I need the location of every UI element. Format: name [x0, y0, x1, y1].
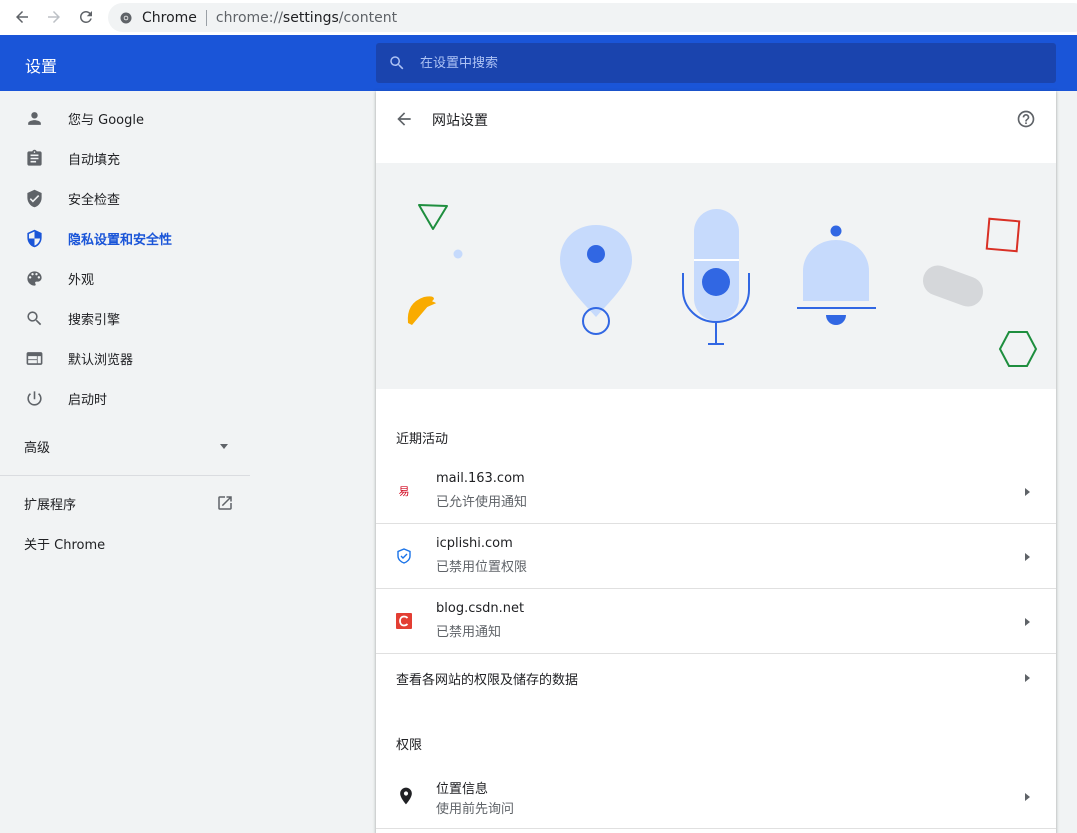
reload-icon	[80, 10, 92, 23]
mail163-favicon-icon: 易	[397, 484, 411, 498]
address-bar[interactable]: Chrome chrome://settings/content	[108, 3, 1077, 32]
back-arrow-icon[interactable]	[394, 109, 414, 129]
sidebar-item-label: 安全检查	[68, 192, 121, 208]
settings-header: 设置	[0, 35, 1077, 91]
about-chrome-label: 关于 Chrome	[24, 537, 106, 553]
browser-toolbar: Chrome chrome://settings/content	[0, 0, 1077, 35]
advanced-toggle[interactable]: 高级	[0, 426, 250, 466]
help-icon[interactable]	[1016, 109, 1036, 129]
site-domain: icplishi.com	[436, 536, 513, 551]
extensions-label: 扩展程序	[24, 497, 77, 513]
palette-icon	[24, 268, 44, 288]
sidebar-item-label: 默认浏览器	[68, 352, 134, 368]
caret-down-icon	[220, 444, 228, 449]
recent-site-row[interactable]: icplishi.com 已禁用位置权限	[376, 524, 1056, 589]
site-status: 已允许使用通知	[436, 495, 528, 510]
location-pin-illustration	[560, 225, 632, 335]
recent-site-row[interactable]: blog.csdn.net 已禁用通知	[376, 589, 1056, 654]
site-settings-illustration	[376, 163, 1056, 389]
power-icon	[24, 388, 44, 408]
settings-search[interactable]	[376, 43, 1056, 83]
person-icon	[24, 108, 44, 128]
decorative-triangle	[418, 204, 448, 230]
sidebar-item-label: 隐私设置和安全性	[68, 232, 173, 248]
decorative-dot	[453, 249, 463, 259]
advanced-label: 高级	[24, 440, 51, 456]
search-input[interactable]	[420, 55, 1020, 71]
shield-check-icon	[24, 188, 44, 208]
bell-illustration	[797, 225, 876, 325]
settings-sidebar: 您与 Google 自动填充 安全检查 隐私设置和安全性 外观 搜索引擎 默认浏…	[0, 91, 250, 833]
search-icon	[390, 56, 404, 70]
sidebar-item-label: 搜索引擎	[68, 312, 121, 328]
microphone-illustration	[682, 209, 750, 345]
chevron-right-icon	[1025, 793, 1030, 801]
chevron-right-icon	[1025, 553, 1030, 561]
reload-button[interactable]	[70, 1, 102, 33]
clipboard-icon	[24, 148, 44, 168]
omnibox-separator	[205, 9, 207, 26]
sidebar-item-default-browser[interactable]: 默认浏览器	[0, 338, 250, 378]
about-chrome-link[interactable]: 关于 Chrome	[0, 523, 250, 563]
permission-subtitle: 使用前先询问	[436, 802, 515, 817]
sidebar-item-you-and-google[interactable]: 您与 Google	[0, 98, 250, 138]
sidebar-item-autofill[interactable]: 自动填充	[0, 138, 250, 178]
sidebar-divider	[0, 475, 250, 476]
search-icon	[24, 308, 44, 328]
browser-window-icon	[24, 348, 44, 368]
all-sites-row[interactable]: 查看各网站的权限及储存的数据	[376, 654, 1056, 702]
sidebar-item-label: 启动时	[68, 392, 108, 408]
decorative-square	[985, 217, 1021, 253]
chevron-right-icon	[1025, 674, 1030, 682]
all-sites-label: 查看各网站的权限及储存的数据	[396, 673, 579, 688]
chrome-logo-icon	[120, 12, 132, 23]
back-button[interactable]	[6, 1, 38, 33]
sidebar-item-label: 外观	[68, 272, 95, 288]
location-pin-icon	[400, 787, 412, 805]
decorative-pill	[922, 265, 984, 307]
site-domain: blog.csdn.net	[436, 601, 525, 616]
site-settings-card: 网站设置 近期活动 易 mail.163.com 已允许使用通知 icplish…	[376, 91, 1056, 833]
permission-title: 位置信息	[436, 782, 489, 797]
sidebar-item-safety-check[interactable]: 安全检查	[0, 178, 250, 218]
section-title: 网站设置	[432, 113, 488, 129]
url-path: /content	[338, 9, 398, 26]
chevron-right-icon	[1025, 618, 1030, 626]
svg-text:易: 易	[399, 485, 410, 498]
sidebar-item-label: 自动填充	[68, 152, 121, 168]
chevron-right-icon	[1025, 488, 1030, 496]
open-in-new-icon	[218, 496, 232, 510]
sidebar-item-appearance[interactable]: 外观	[0, 258, 250, 298]
shield-privacy-icon	[24, 228, 44, 248]
sidebar-item-search-engine[interactable]: 搜索引擎	[0, 298, 250, 338]
site-status: 已禁用通知	[436, 625, 502, 640]
url-host: settings	[282, 9, 339, 26]
permission-row-location[interactable]: 位置信息 使用前先询问	[376, 764, 1056, 829]
card-header: 网站设置	[376, 91, 1056, 147]
arrow-right-icon	[48, 11, 60, 23]
icplishi-favicon-icon	[397, 548, 411, 564]
recent-activity-title: 近期活动	[396, 432, 449, 447]
csdn-favicon-icon	[396, 613, 412, 629]
extensions-link[interactable]: 扩展程序	[0, 483, 250, 523]
arrow-left-icon	[16, 11, 28, 23]
site-domain: mail.163.com	[436, 471, 525, 486]
url-scheme: chrome://	[215, 9, 283, 26]
sidebar-item-label: 您与 Google	[68, 112, 144, 128]
page-title: 设置	[25, 57, 58, 76]
site-status: 已禁用位置权限	[436, 560, 528, 575]
permissions-title: 权限	[396, 738, 423, 753]
decorative-hexagon	[998, 331, 1038, 367]
sidebar-item-privacy-security[interactable]: 隐私设置和安全性	[0, 218, 250, 258]
sidebar-item-on-startup[interactable]: 启动时	[0, 378, 250, 418]
forward-button[interactable]	[38, 1, 70, 33]
recent-site-row[interactable]: 易 mail.163.com 已允许使用通知	[376, 459, 1056, 524]
site-name: Chrome	[142, 9, 197, 26]
illustration	[407, 204, 1038, 367]
